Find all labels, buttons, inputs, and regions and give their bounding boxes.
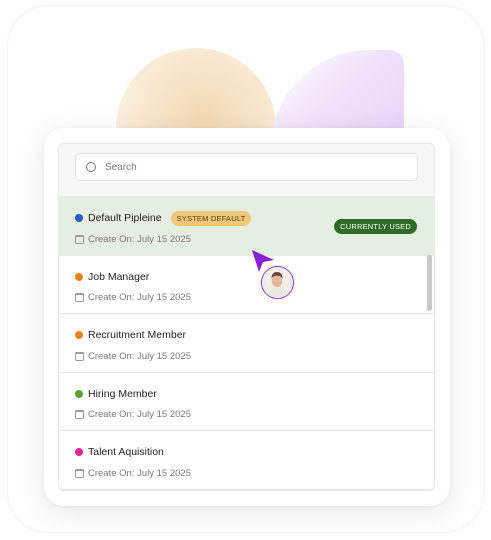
status-dot xyxy=(75,272,83,281)
created-date: Create On: July 15 2025 xyxy=(88,350,191,362)
created-date: Create On: July 15 2025 xyxy=(88,467,191,479)
scrollbar-thumb[interactable] xyxy=(427,255,432,311)
pipeline-name: Hiring Member xyxy=(88,387,157,400)
search-input[interactable] xyxy=(105,161,385,173)
calendar-icon xyxy=(75,234,84,244)
system-default-badge: SYSTEM DEFAULT xyxy=(170,210,252,226)
calendar-icon xyxy=(75,351,84,361)
currently-used-badge: CURRENTLY USED xyxy=(334,219,417,234)
pipeline-panel: Default Pipleine SYSTEM DEFAULT Create O… xyxy=(58,143,435,491)
created-date: Create On: July 15 2025 xyxy=(88,233,191,245)
user-avatar-icon xyxy=(262,267,292,297)
pipeline-row-hiring-member[interactable]: Hiring Member Create On: July 15 2025 xyxy=(59,373,434,432)
status-dot xyxy=(75,448,83,457)
calendar-icon xyxy=(75,293,84,303)
calendar-icon xyxy=(75,410,84,420)
search-icon xyxy=(86,162,96,172)
pipeline-row-default[interactable]: Default Pipleine SYSTEM DEFAULT Create O… xyxy=(59,197,434,256)
pipeline-name: Talent Aquisition xyxy=(88,446,164,459)
pipeline-list: Default Pipleine SYSTEM DEFAULT Create O… xyxy=(59,197,434,490)
status-dot xyxy=(75,389,83,398)
avatar xyxy=(261,266,294,299)
pipeline-name: Job Manager xyxy=(88,270,150,283)
pipeline-row-talent-aquisition[interactable]: Talent Aquisition Create On: July 15 202… xyxy=(59,431,434,490)
created-date: Create On: July 15 2025 xyxy=(88,292,191,304)
search-area xyxy=(59,144,434,197)
created-date: Create On: July 15 2025 xyxy=(88,409,191,421)
pipeline-row-recruitment-member[interactable]: Recruitment Member Create On: July 15 20… xyxy=(59,314,434,373)
status-dot xyxy=(75,214,83,222)
status-dot xyxy=(75,331,83,340)
pipeline-name: Default Pipleine xyxy=(88,212,162,224)
search-box[interactable] xyxy=(75,153,418,181)
pipeline-name: Recruitment Member xyxy=(88,329,187,342)
calendar-icon xyxy=(75,468,84,478)
pipeline-row-job-manager[interactable]: Job Manager Create On: July 15 2025 xyxy=(59,256,434,315)
